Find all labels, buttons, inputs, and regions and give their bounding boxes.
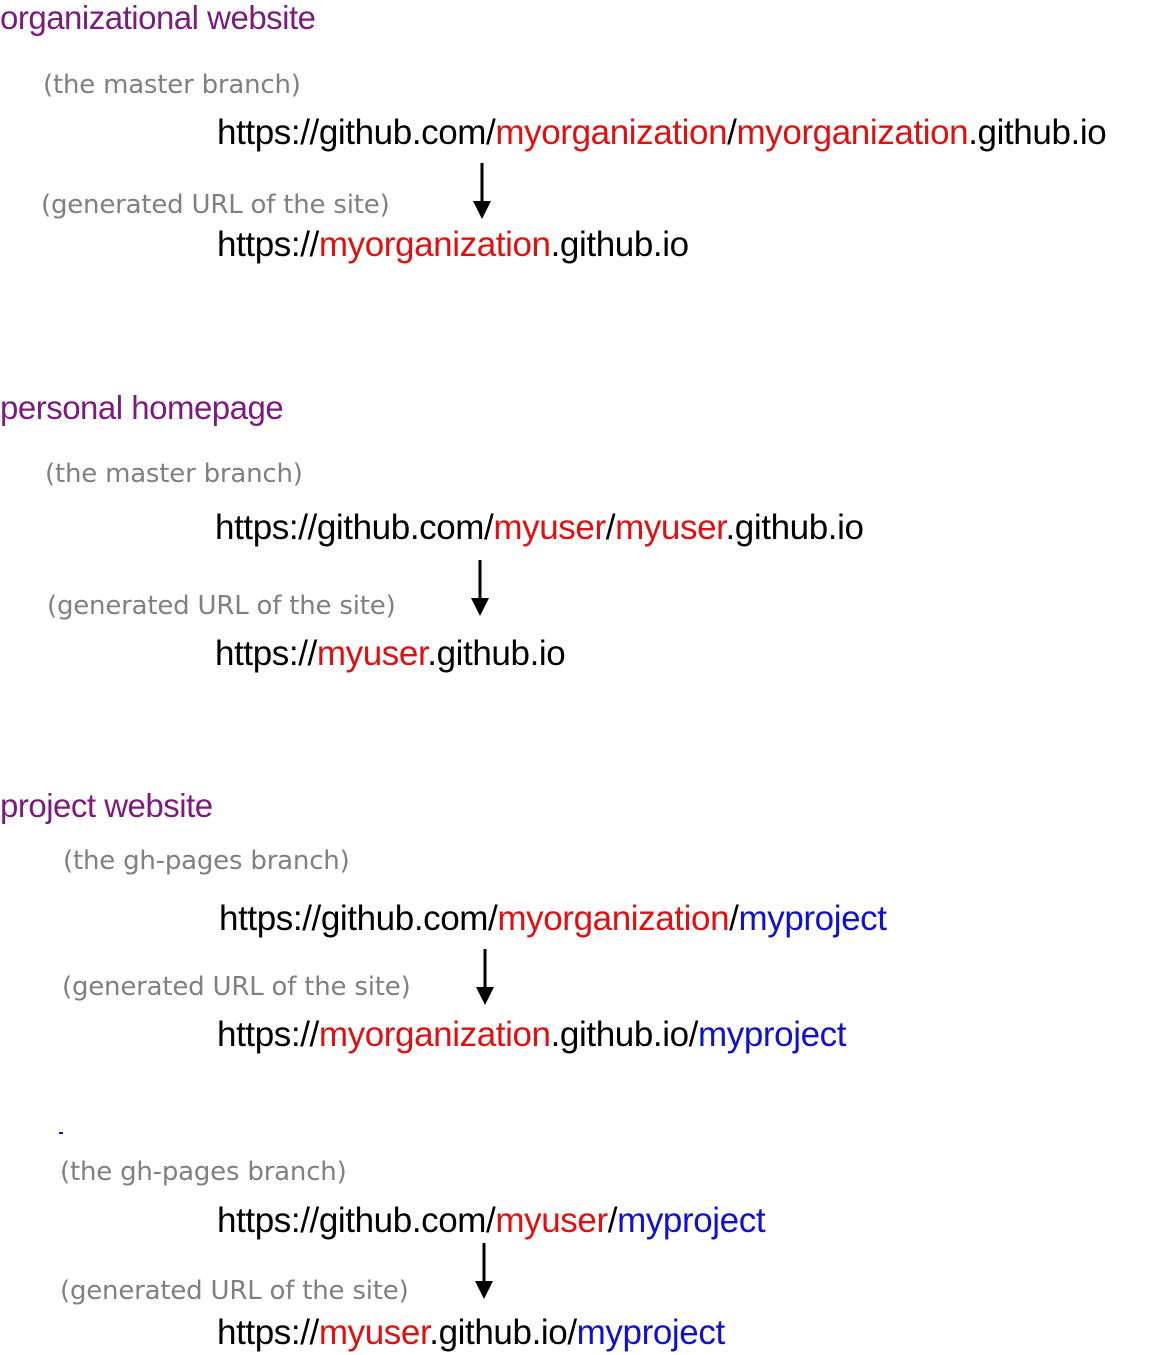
url-segment-plain: https://github.com/ — [217, 1201, 496, 1240]
repo-url: https://github.com/myuser/myproject — [217, 1201, 766, 1241]
heading-project-website: project website — [0, 787, 213, 824]
site-url: https://myorganization.github.io — [217, 225, 689, 265]
site-note: (generated URL of the site) — [41, 190, 390, 220]
url-segment-plain: .github.io — [968, 113, 1107, 152]
repo-url: https://github.com/myorganization/myorga… — [217, 113, 1107, 153]
stray-mark — [59, 1132, 63, 1134]
down-arrow-icon — [471, 560, 489, 616]
url-segment-owner: myuser — [495, 1201, 608, 1240]
url-segment-owner: myuser — [493, 508, 606, 547]
down-arrow-icon — [473, 163, 491, 219]
site-url: https://myuser.github.io — [215, 634, 566, 674]
down-arrow-icon — [475, 1243, 493, 1299]
down-arrow-icon — [476, 949, 494, 1005]
url-segment-plain: .github.io — [427, 634, 566, 673]
branch-note: (the gh-pages branch) — [60, 1157, 347, 1187]
url-segment-plain: https:// — [215, 634, 317, 673]
url-segment-plain: https:// — [217, 1313, 319, 1352]
site-note: (generated URL of the site) — [47, 591, 396, 621]
url-segment-plain: https:// — [217, 1015, 319, 1054]
branch-note: (the master branch) — [43, 70, 301, 100]
repo-url: https://github.com/myorganization/myproj… — [219, 899, 887, 939]
branch-note: (the gh-pages branch) — [63, 846, 350, 876]
url-segment-plain: .github.io/ — [429, 1313, 577, 1352]
url-segment-plain: https://github.com/ — [217, 113, 496, 152]
url-segment-owner: myuser — [318, 1313, 430, 1352]
url-segment-plain: https://github.com/ — [219, 899, 498, 938]
site-note: (generated URL of the site) — [60, 1276, 409, 1306]
heading-organizational-website: organizational website — [0, 0, 316, 36]
url-segment-plain: https:// — [217, 225, 319, 264]
url-segment-plain: .github.io — [725, 508, 864, 547]
site-note: (generated URL of the site) — [62, 972, 411, 1002]
heading-personal-homepage: personal homepage — [0, 389, 284, 426]
site-url: https://myuser.github.io/myproject — [217, 1313, 725, 1353]
url-segment-owner: myorganization — [497, 899, 730, 938]
url-segment-project: myproject — [738, 899, 887, 938]
url-segment-owner: myorganization — [318, 1015, 551, 1054]
url-segment-project: myproject — [576, 1313, 726, 1352]
repo-url: https://github.com/myuser/myuser.github.… — [215, 508, 864, 548]
url-segment-plain: / — [605, 508, 616, 547]
url-segment-plain: .github.io/ — [550, 1015, 699, 1054]
url-segment-plain: .github.io — [550, 225, 689, 264]
url-segment-owner: myorganization — [736, 113, 969, 152]
url-segment-owner: myorganization — [495, 113, 728, 152]
url-segment-plain: https://github.com/ — [215, 508, 494, 547]
url-segment-owner: myuser — [615, 508, 726, 547]
url-segment-owner: myorganization — [318, 225, 551, 264]
branch-note: (the master branch) — [45, 459, 303, 489]
site-url: https://myorganization.github.io/myproje… — [217, 1015, 846, 1055]
url-segment-owner: myuser — [316, 634, 428, 673]
url-segment-project: myproject — [617, 1201, 766, 1240]
url-segment-project: myproject — [697, 1015, 847, 1054]
url-segment-plain: / — [607, 1201, 618, 1240]
